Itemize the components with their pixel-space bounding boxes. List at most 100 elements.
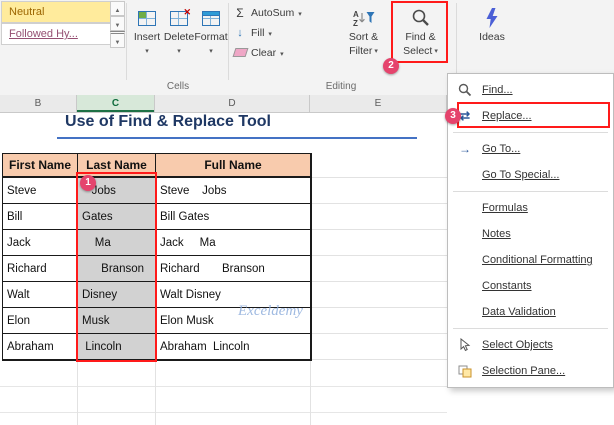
cell-first-name[interactable]: Walt	[3, 282, 78, 308]
sheet-title: Use of Find & Replace Tool	[65, 113, 271, 130]
autosum-label: AutoSum	[251, 6, 295, 19]
sort-filter-icon: A Z	[353, 5, 375, 31]
find-select-label-2: Select	[403, 44, 433, 57]
magnifier-icon	[411, 5, 431, 31]
step-badge-1: 1	[80, 175, 96, 191]
cell-full-name[interactable]: Bill Gates	[156, 204, 311, 230]
dropdown-chevron-icon	[434, 44, 438, 58]
cell-first-name[interactable]: Jack	[3, 230, 78, 256]
autosum-button[interactable]: AutoSum	[233, 3, 313, 22]
insert-label: Insert	[133, 31, 161, 43]
svg-text:A: A	[353, 10, 359, 19]
names-table: First Name Last Name Full Name Steve Job…	[2, 153, 312, 361]
find-icon	[456, 83, 474, 97]
cell-last-name-selected[interactable]: Ma	[78, 230, 156, 256]
sigma-icon	[233, 6, 247, 20]
cell-last-name-selected[interactable]: Gates	[78, 204, 156, 230]
menu-item-label: Formulas	[482, 202, 528, 214]
styles-gallery-more-icon[interactable]	[110, 31, 125, 48]
delete-cells-icon	[170, 7, 191, 26]
step-badge-3: 3	[445, 108, 461, 124]
menu-item-label: Select Objects	[482, 339, 553, 351]
cell-first-name[interactable]: Steve	[3, 178, 78, 204]
find-select-button[interactable]: Find & Select	[395, 2, 446, 80]
find-select-dropdown-menu: Find... Replace... Go To... Go To Specia…	[447, 73, 614, 388]
format-button[interactable]: Format	[194, 2, 228, 80]
column-header-b[interactable]: B	[0, 95, 77, 112]
editing-group-label: Editing	[325, 81, 357, 92]
cell-first-name[interactable]: Elon	[3, 308, 78, 334]
group-divider	[126, 3, 127, 80]
menu-item-label: Data Validation	[482, 306, 556, 318]
menu-item-constants[interactable]: Constants	[448, 273, 613, 299]
eraser-icon	[232, 48, 248, 57]
insert-button[interactable]: Insert	[132, 2, 162, 80]
dropdown-chevron-icon	[374, 44, 378, 58]
ideas-button[interactable]: Ideas	[466, 2, 518, 80]
dropdown-chevron-icon	[145, 44, 149, 58]
menu-item-label: Selection Pane...	[482, 365, 566, 377]
style-gallery-item-neutral[interactable]: Neutral	[1, 1, 113, 23]
menu-item-data-validation[interactable]: Data Validation	[448, 299, 613, 325]
menu-item-selection-pane[interactable]: Selection Pane...	[448, 358, 613, 384]
sort-filter-label-2: Filter	[349, 44, 373, 57]
menu-item-label: Go To Special...	[482, 169, 560, 181]
menu-item-find[interactable]: Find...	[448, 77, 613, 103]
dropdown-chevron-icon	[298, 7, 302, 19]
table-header-first-name[interactable]: First Name	[3, 154, 78, 178]
menu-item-label: Find...	[482, 84, 513, 96]
cell-last-name-selected[interactable]: Musk	[78, 308, 156, 334]
ideas-label: Ideas	[479, 31, 505, 43]
menu-item-conditional-formatting[interactable]: Conditional Formatting	[448, 247, 613, 273]
sheet-gridline	[155, 361, 156, 425]
cell-last-name-selected[interactable]: Lincoln	[78, 334, 156, 360]
menu-item-replace[interactable]: Replace...	[448, 103, 613, 129]
column-header-d[interactable]: D	[155, 95, 310, 112]
menu-item-label: Go To...	[482, 143, 521, 155]
column-header-e[interactable]: E	[310, 95, 447, 112]
format-label: Format	[194, 31, 228, 43]
cells-group-label: Cells	[166, 81, 190, 92]
cell-last-name-selected[interactable]: Branson	[78, 256, 156, 282]
step-badge-2: 2	[383, 58, 399, 74]
title-underline	[57, 137, 417, 139]
table-header-full-name[interactable]: Full Name	[156, 154, 311, 178]
sheet-gridline	[77, 361, 78, 425]
menu-item-select-objects[interactable]: Select Objects	[448, 332, 613, 358]
style-gallery-item-followed-hyperlink[interactable]: Followed Hy...	[1, 23, 113, 45]
cell-first-name[interactable]: Richard	[3, 256, 78, 282]
menu-item-go-to-special[interactable]: Go To Special...	[448, 162, 613, 188]
sheet-gridlines-bottom	[0, 361, 447, 425]
fill-button[interactable]: Fill	[233, 23, 313, 42]
clear-button[interactable]: Clear	[232, 43, 313, 62]
find-select-label-1: Find &	[405, 31, 436, 43]
exceldemy-watermark: Exceldemy	[238, 303, 303, 319]
menu-item-go-to[interactable]: Go To...	[448, 136, 613, 162]
menu-separator	[453, 132, 608, 133]
delete-button[interactable]: Delete	[164, 2, 194, 80]
cell-full-name[interactable]: Jack Ma	[156, 230, 311, 256]
cell-first-name[interactable]: Abraham	[3, 334, 78, 360]
cell-last-name-selected[interactable]: Disney	[78, 282, 156, 308]
styles-scroll-down-icon[interactable]	[110, 16, 125, 31]
dropdown-chevron-icon	[280, 47, 284, 59]
cursor-icon	[456, 338, 474, 352]
fill-down-icon	[233, 27, 247, 39]
menu-item-notes[interactable]: Notes	[448, 221, 613, 247]
dropdown-chevron-icon	[177, 44, 181, 58]
cell-first-name[interactable]: Bill	[3, 204, 78, 230]
lightning-bolt-icon	[483, 5, 501, 31]
go-to-arrow-icon	[456, 142, 474, 156]
menu-item-formulas[interactable]: Formulas	[448, 195, 613, 221]
fill-label: Fill	[251, 26, 265, 39]
group-divider	[456, 3, 457, 80]
group-divider	[228, 3, 229, 80]
sheet-gridline	[310, 361, 311, 425]
column-header-c[interactable]: C	[77, 95, 155, 112]
cell-full-name[interactable]: Abraham Lincoln	[156, 334, 311, 360]
menu-item-label: Constants	[482, 280, 532, 292]
cell-full-name[interactable]: Steve Jobs	[156, 178, 311, 204]
dropdown-chevron-icon	[268, 27, 272, 39]
cell-full-name[interactable]: Richard Branson	[156, 256, 311, 282]
styles-scroll-up-icon[interactable]	[110, 1, 125, 16]
